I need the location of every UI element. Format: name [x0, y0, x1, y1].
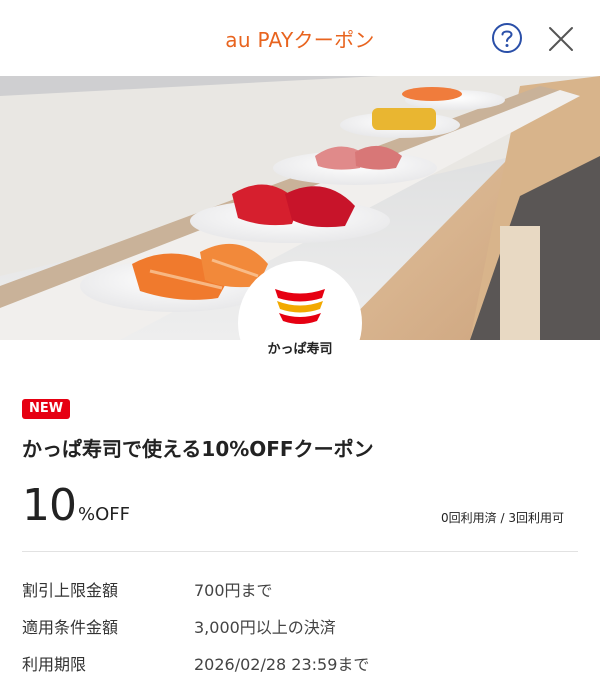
detail-row-discount-cap: 割引上限金額 700円まで [22, 577, 273, 601]
detail-value: 2026/02/28 23:59まで [194, 655, 370, 674]
discount-value: 10 [22, 480, 77, 531]
brand-name: かっぱ寿司 [267, 342, 333, 357]
divider [22, 551, 578, 552]
app-header: au PAYクーポン [0, 0, 600, 76]
detail-label: 適用条件金額 [22, 618, 119, 637]
detail-row-min-amount: 適用条件金額 3,000円以上の決済 [22, 614, 336, 638]
usage-count: 0回利用済 / 3回利用可 [441, 511, 564, 525]
new-badge: NEW [22, 399, 71, 419]
question-circle-icon [492, 23, 522, 53]
close-icon [549, 27, 573, 51]
discount-amount: 10 %OFF [22, 480, 130, 531]
coupon-title: かっぱ寿司で使える10%OFFクーポン [22, 437, 374, 461]
detail-value: 3,000円以上の決済 [194, 618, 336, 637]
detail-label: 割引上限金額 [22, 581, 119, 600]
detail-label: 利用期限 [22, 655, 87, 674]
help-button[interactable] [490, 21, 524, 55]
discount-unit: %OFF [78, 504, 130, 525]
detail-value: 700円まで [194, 581, 273, 600]
kappa-sushi-logo-icon [275, 289, 325, 324]
close-button[interactable] [546, 24, 576, 54]
detail-row-expiry: 利用期限 2026/02/28 23:59まで [22, 651, 369, 675]
